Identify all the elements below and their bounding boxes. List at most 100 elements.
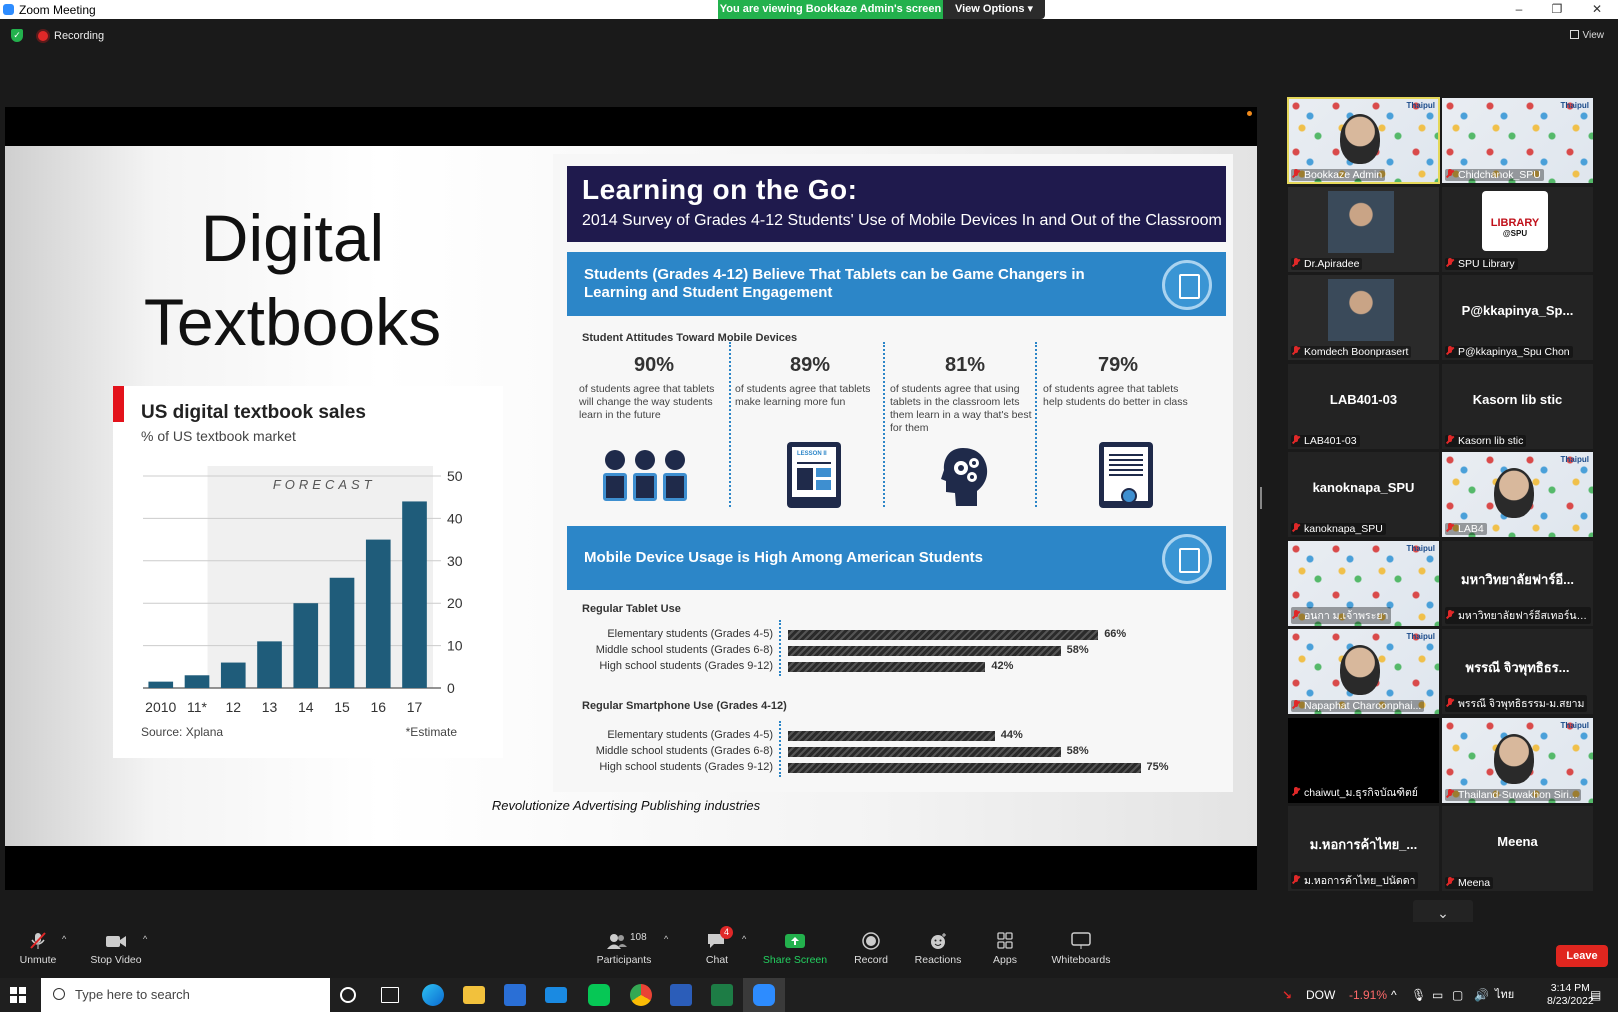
library-sub: @SPU <box>1502 228 1528 238</box>
x-tick-label: 14 <box>298 699 314 715</box>
participants-button[interactable]: 108 Participants <box>584 932 664 966</box>
chat-badge: 4 <box>720 926 733 939</box>
edge-icon[interactable] <box>422 984 444 1006</box>
participant-tile[interactable]: Meena Meena <box>1442 806 1593 891</box>
minimize-button[interactable]: – <box>1506 1 1532 18</box>
apps-button[interactable]: Apps <box>965 932 1045 966</box>
tile-name-label: Kasorn lib stic <box>1445 434 1527 447</box>
muted-mic-icon <box>1446 434 1454 445</box>
unmute-label: Unmute <box>19 954 57 966</box>
tablets-band-line1: Students (Grades 4-12) Believe That Tabl… <box>584 266 1085 283</box>
network-tray-icon[interactable]: ▭ <box>1432 978 1443 1012</box>
participant-tile[interactable]: Kasorn lib stic Kasorn lib stic <box>1442 363 1593 449</box>
participant-tile[interactable]: LAB401-03 LAB401-03 <box>1288 363 1439 449</box>
participant-tile[interactable]: LIBRARY @SPU SPU Library <box>1442 186 1593 272</box>
share-screen-button[interactable]: Share Screen <box>755 932 835 966</box>
mail-icon[interactable] <box>545 987 567 1003</box>
cortana-icon[interactable] <box>340 987 356 1003</box>
tile-name-label: chaiwut_ม.ธุรกิจบัณฑิตย์ <box>1291 783 1421 801</box>
tile-name-label: Napaphat Charoonphai... <box>1291 700 1425 712</box>
notifications-icon[interactable]: ▤ <box>1590 978 1601 1012</box>
display-tray-icon[interactable]: ▢ <box>1452 978 1463 1012</box>
share-screen-label: Share Screen <box>762 954 828 966</box>
view-label: View <box>1582 30 1605 41</box>
usage-band-title: Mobile Device Usage is High Among Americ… <box>584 549 983 566</box>
participant-name: P@kkapinya_Spu Chon <box>1458 346 1570 358</box>
store-icon[interactable] <box>504 984 526 1006</box>
taskbar-search-box[interactable]: Type here to search <box>41 978 330 1012</box>
participant-tile[interactable]: Thaipul อนกา ม.เจ้าพระยา <box>1288 540 1439 626</box>
audio-options-caret[interactable]: ^ <box>62 934 66 944</box>
tile-badge: Thaipul <box>1406 543 1435 553</box>
participant-tile[interactable]: Thaipul Napaphat Charoonphai... <box>1288 629 1439 714</box>
windows-start-icon[interactable] <box>10 987 26 1003</box>
unmute-button[interactable]: Unmute <box>0 932 78 966</box>
chart-bar <box>148 681 174 688</box>
clock-time: 3:14 PM <box>1550 982 1590 994</box>
participant-tile[interactable]: ม.หอการค้าไทย_... ม.หอการค้าไทย_ปนัดดา <box>1288 806 1439 891</box>
close-button[interactable]: ✕ <box>1584 1 1610 18</box>
usage-bar <box>788 731 995 741</box>
view-button[interactable]: View <box>1569 30 1605 41</box>
whiteboards-button[interactable]: Whiteboards <box>1041 932 1121 966</box>
stock-arrow-icon: ↘ <box>1282 988 1293 1002</box>
x-tick-label: 13 <box>262 699 278 715</box>
excel-icon[interactable] <box>711 984 733 1006</box>
y-tick-label: 0 <box>447 680 455 696</box>
stat-item: 90% of students agree that tablets will … <box>579 354 729 422</box>
participant-tile[interactable]: มหาวิทยาลัยฟาร์อี... มหาวิทยาลัยฟาร์อีสเท… <box>1442 540 1593 626</box>
x-tick-label: 11* <box>187 699 208 715</box>
chart-bar <box>329 577 355 688</box>
view-grid-icon <box>1569 30 1579 39</box>
participant-tile[interactable]: Thaipul LAB4 <box>1442 452 1593 537</box>
participant-tile[interactable]: Dr.Apiradee <box>1288 186 1439 272</box>
tile-name-label: LAB4 <box>1445 523 1487 535</box>
line-app-icon[interactable] <box>588 984 610 1006</box>
participant-video-face <box>1494 733 1534 784</box>
microphone-tray-icon[interactable]: 🎙 <box>1411 978 1426 1012</box>
participant-tile[interactable]: chaiwut_ม.ธุรกิจบัณฑิตย์ <box>1288 717 1439 803</box>
gallery-resize-handle[interactable] <box>1260 487 1262 509</box>
participant-tile[interactable]: พรรณี จิวพุทธิธร... พรรณี จิวพุทธิธรรม-ม.… <box>1442 629 1593 714</box>
stat-item: 81% of students agree that using tablets… <box>890 354 1040 435</box>
tile-badge: Thaipul <box>1560 720 1589 730</box>
file-explorer-icon[interactable] <box>463 986 485 1004</box>
participant-tile[interactable]: P@kkapinya_Sp... P@kkapinya_Spu Chon <box>1442 275 1593 360</box>
language-indicator[interactable]: ไทย <box>1495 978 1514 1012</box>
participant-tile[interactable]: kanoknapa_SPU kanoknapa_SPU <box>1288 452 1439 537</box>
leave-button[interactable]: Leave <box>1556 945 1608 967</box>
participant-tile[interactable]: Thaipul Chidchanok_SPU <box>1442 98 1593 183</box>
participant-name: อนกา ม.เจ้าพระยา <box>1304 609 1389 622</box>
volume-tray-icon[interactable]: 🔊 <box>1474 978 1489 1012</box>
zoom-taskbar-icon[interactable] <box>753 984 775 1006</box>
shared-screen[interactable]: Digital Textbooks US digital textbook sa… <box>5 107 1257 890</box>
reactions-label: Reactions <box>914 954 962 966</box>
usage-bar-value: 42% <box>991 660 1014 672</box>
word-icon[interactable] <box>670 984 692 1006</box>
muted-mic-icon <box>1446 788 1454 799</box>
participant-tile[interactable]: Thaipul Bookkaze Admin <box>1287 97 1440 184</box>
tile-name-label: ม.หอการค้าไทย_ปนัดดา <box>1291 872 1419 889</box>
stock-name[interactable]: DOW <box>1306 978 1335 1012</box>
tile-badge: Thaipul <box>1406 101 1435 110</box>
participants-options-caret[interactable]: ^ <box>664 934 668 944</box>
taskbar-clock[interactable]: 3:14 PM 8/23/2022 <box>1547 982 1594 1008</box>
participant-tile[interactable]: Thaipul Thailand-Suwakhon Siri... <box>1442 717 1593 803</box>
view-options-button[interactable]: View Options ▾ <box>943 0 1045 19</box>
y-tick-label: 20 <box>447 595 463 611</box>
y-tick-label: 10 <box>447 638 463 654</box>
tray-expand-icon[interactable]: ^ <box>1391 978 1397 1012</box>
participant-name: ม.หอการค้าไทย_ปนัดดา <box>1304 875 1416 887</box>
chat-options-caret[interactable]: ^ <box>742 934 746 944</box>
participant-tile[interactable]: Komdech Boonprasert <box>1288 275 1439 360</box>
restore-button[interactable]: ❐ <box>1544 1 1570 18</box>
video-options-caret[interactable]: ^ <box>143 934 147 944</box>
chat-label: Chat <box>705 954 729 966</box>
chrome-icon[interactable] <box>630 984 652 1006</box>
task-view-icon[interactable] <box>381 987 399 1003</box>
security-shield-icon[interactable]: ✓ <box>11 29 23 42</box>
participant-video-face <box>1328 190 1394 253</box>
stat-divider <box>883 342 885 507</box>
usage-bar <box>788 662 986 672</box>
view-options-label: View Options <box>954 3 1025 15</box>
